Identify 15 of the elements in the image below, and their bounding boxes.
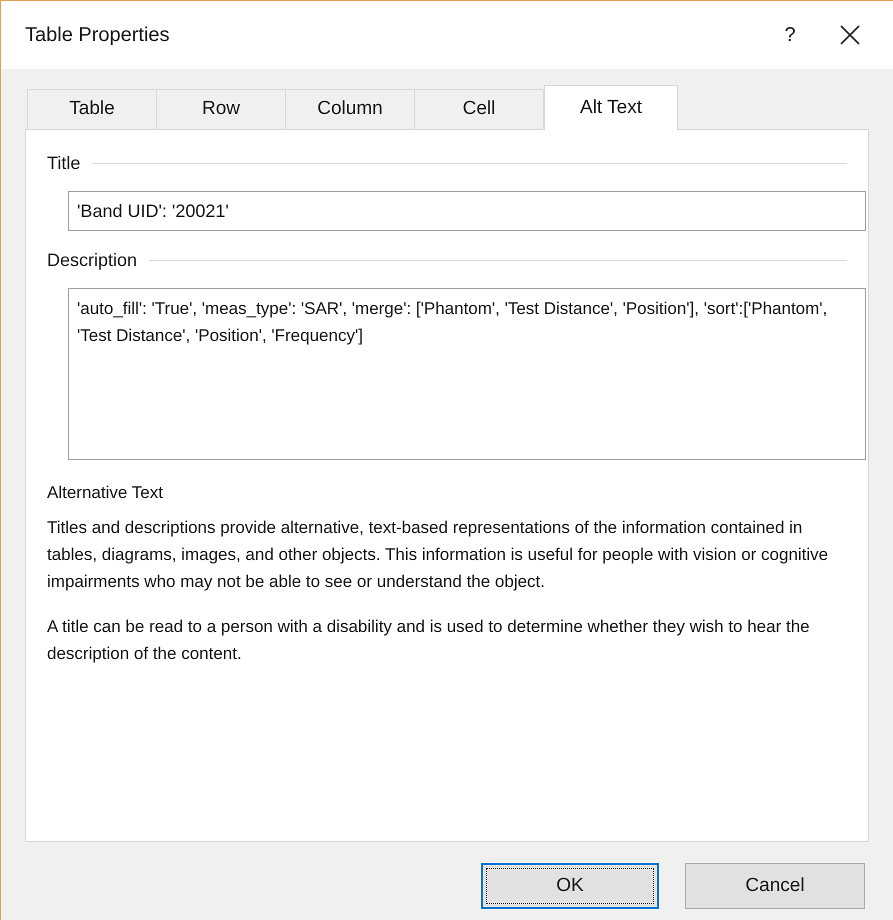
dialog-button[interactable]: OK <box>481 863 659 909</box>
tab[interactable]: Table <box>27 89 157 129</box>
help-button[interactable]: ? <box>765 15 815 55</box>
tab[interactable]: Cell <box>414 89 544 129</box>
dialog-button[interactable]: Cancel <box>685 863 865 909</box>
window-title: Table Properties <box>25 23 171 48</box>
title-field[interactable]: 'Band UID': '20021' <box>68 191 866 231</box>
description-field[interactable]: 'auto_fill': 'True', 'meas_type': 'SAR', 'merge': ['Phantom', 'Test Distance', 'Position'], 'sort':['Phantom', 'Test Distance', 'Position', 'Frequency'] <box>68 288 866 460</box>
description-label: Description <box>47 249 138 272</box>
close-icon <box>839 24 861 46</box>
help-heading: Alternative Text <box>47 482 164 504</box>
tab[interactable]: Alt Text <box>544 85 678 130</box>
title-label: Title <box>47 152 80 175</box>
help-paragraph: A title can be read to a person with a disability and is used to determine whether they wish to hear the description of the content. <box>47 616 811 664</box>
help-paragraph: Titles and descriptions provide alternative, text-based representations of the information contained in tables, diagrams, images, and other objects. This information is useful for people with vision or cognitive impairments who may not be able to see or understand the object. <box>47 516 830 592</box>
